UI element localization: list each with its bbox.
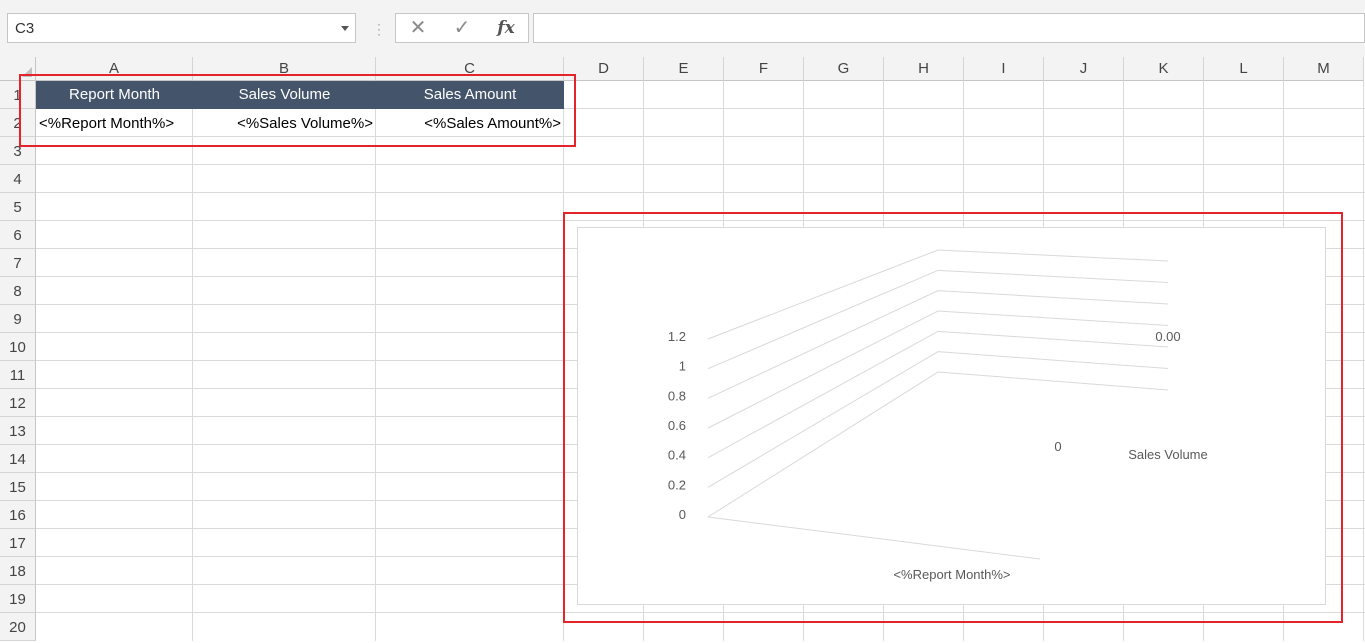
chart-gridline [707, 249, 1169, 340]
name-box[interactable]: C3 [7, 13, 356, 43]
chart-svg: 0 0.2 0.4 0.6 0.8 1 1.2 <%Report Month%> Sales… [668, 249, 1208, 582]
column-header-M[interactable]: M [1284, 57, 1364, 81]
grid-hline [36, 164, 1365, 165]
grid-vline [1363, 81, 1364, 641]
column-header-E[interactable]: E [644, 57, 724, 81]
name-box-value: C3 [15, 20, 35, 37]
enter-icon[interactable]: ✓ [442, 14, 482, 42]
column-header-J[interactable]: J [1044, 57, 1124, 81]
table-highlight-box [19, 74, 576, 147]
chart-category-label: <%Report Month%> [893, 567, 1010, 582]
formula-input[interactable] [533, 13, 1365, 43]
column-header-F[interactable]: F [724, 57, 804, 81]
column-header-D[interactable]: D [564, 57, 644, 81]
row-header-15[interactable]: 15 [0, 473, 36, 501]
chart-gridline [707, 290, 1169, 399]
chart-gridline [707, 310, 1169, 429]
worksheet-grid[interactable]: ABCDEFGHIJKLM 1 2 3 4 5 6 7 8 9 10 11 12 13 14 15 16 17 1… [0, 57, 1365, 641]
chart-y-tick-label: 0.8 [668, 388, 686, 403]
chart-data-label: 0 [1054, 439, 1061, 454]
row-header-4[interactable]: 4 [0, 165, 36, 193]
row-header-10[interactable]: 10 [0, 333, 36, 361]
row-header-7[interactable]: 7 [0, 249, 36, 277]
chart-depth-label: Sales Volume [1128, 447, 1208, 462]
grid-vline [192, 81, 193, 641]
row-header-6[interactable]: 6 [0, 221, 36, 249]
chart-floor-edge [707, 516, 1041, 560]
row-header-13[interactable]: 13 [0, 417, 36, 445]
chart-y-tick-label: 0.2 [668, 477, 686, 492]
chart-y-tick-label: 1.2 [668, 329, 686, 344]
chart-gridline [707, 330, 1169, 459]
column-header-G[interactable]: G [804, 57, 884, 81]
column-header-K[interactable]: K [1124, 57, 1204, 81]
chart-area[interactable]: 0 0.2 0.4 0.6 0.8 1 1.2 <%Report Month%> Sales… [577, 227, 1326, 605]
chart-gridline [707, 371, 1169, 518]
grid-hline [36, 192, 1365, 193]
chart-y-tick-label: 0 [679, 507, 686, 522]
chart-secondary-data-label: 0.00 [1155, 329, 1180, 344]
row-header-19[interactable]: 19 [0, 585, 36, 613]
formula-bar: C3 ⋮ ✕ ✓ fx [0, 0, 1365, 57]
row-header-17[interactable]: 17 [0, 529, 36, 557]
row-header-18[interactable]: 18 [0, 557, 36, 585]
insert-function-icon[interactable]: fx [486, 14, 526, 42]
row-header-12[interactable]: 12 [0, 389, 36, 417]
cancel-icon[interactable]: ✕ [398, 14, 438, 42]
column-header-L[interactable]: L [1204, 57, 1284, 81]
row-header-11[interactable]: 11 [0, 361, 36, 389]
more-options-icon[interactable]: ⋮ [372, 18, 386, 40]
row-header-20[interactable]: 20 [0, 613, 36, 641]
column-header-H[interactable]: H [884, 57, 964, 81]
chart-y-tick-label: 0.6 [668, 418, 686, 433]
row-header-5[interactable]: 5 [0, 193, 36, 221]
row-header-8[interactable]: 8 [0, 277, 36, 305]
chart-y-ticks: 0 0.2 0.4 0.6 0.8 1 1.2 [668, 329, 686, 522]
row-header-14[interactable]: 14 [0, 445, 36, 473]
formula-buttons: ✕ ✓ fx [395, 13, 529, 43]
chart-y-tick-label: 0.4 [668, 448, 686, 463]
chart-gridline [707, 269, 1169, 370]
row-header-9[interactable]: 9 [0, 305, 36, 333]
column-header-I[interactable]: I [964, 57, 1044, 81]
grid-vline [375, 81, 376, 641]
row-header-16[interactable]: 16 [0, 501, 36, 529]
chart-y-tick-label: 1 [679, 359, 686, 374]
chevron-down-icon[interactable] [341, 26, 349, 31]
chart-gridlines [707, 249, 1169, 560]
